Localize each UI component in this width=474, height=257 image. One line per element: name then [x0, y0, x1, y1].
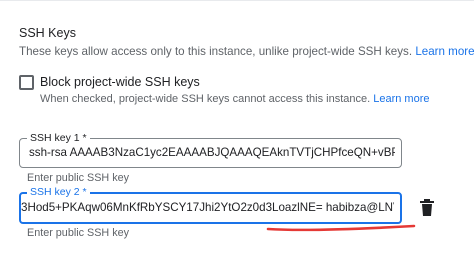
block-project-keys-checkbox[interactable] [19, 75, 34, 90]
ssh-key-2-field[interactable]: SSH key 2 * 3Hod5+PKAqw06MnKfRbYSCY17Jhi… [19, 185, 402, 224]
top-divider [0, 0, 474, 1]
ssh-key-1-input[interactable]: ssh-rsa AAAAB3NzaC1yc2EAAAABJQAAAQEAknTV… [29, 139, 395, 167]
section-description: These keys allow access only to this ins… [19, 45, 474, 58]
block-keys-learn-more-link[interactable]: Learn more [373, 93, 429, 105]
trash-icon [420, 199, 434, 216]
ssh-key-1-field[interactable]: SSH key 1 * ssh-rsa AAAAB3NzaC1yc2EAAAAB… [19, 131, 402, 168]
block-project-keys-help-text: When checked, project-wide SSH keys cann… [40, 93, 371, 105]
ssh-key-1-hint: Enter public SSH key [27, 172, 130, 184]
delete-ssh-key-button[interactable] [418, 198, 436, 218]
ssh-key-2-input[interactable]: 3Hod5+PKAqw06MnKfRbYSCY17Jhi2YtO2z0d3Loa… [21, 194, 394, 222]
block-project-keys-label: Block project-wide SSH keys [40, 75, 200, 89]
section-description-text: These keys allow access only to this ins… [19, 45, 413, 58]
learn-more-link[interactable]: Learn more [415, 45, 474, 58]
section-title: SSH Keys [19, 26, 76, 40]
block-project-keys-help: When checked, project-wide SSH keys cann… [40, 93, 429, 105]
ssh-key-2-hint: Enter public SSH key [27, 227, 130, 239]
